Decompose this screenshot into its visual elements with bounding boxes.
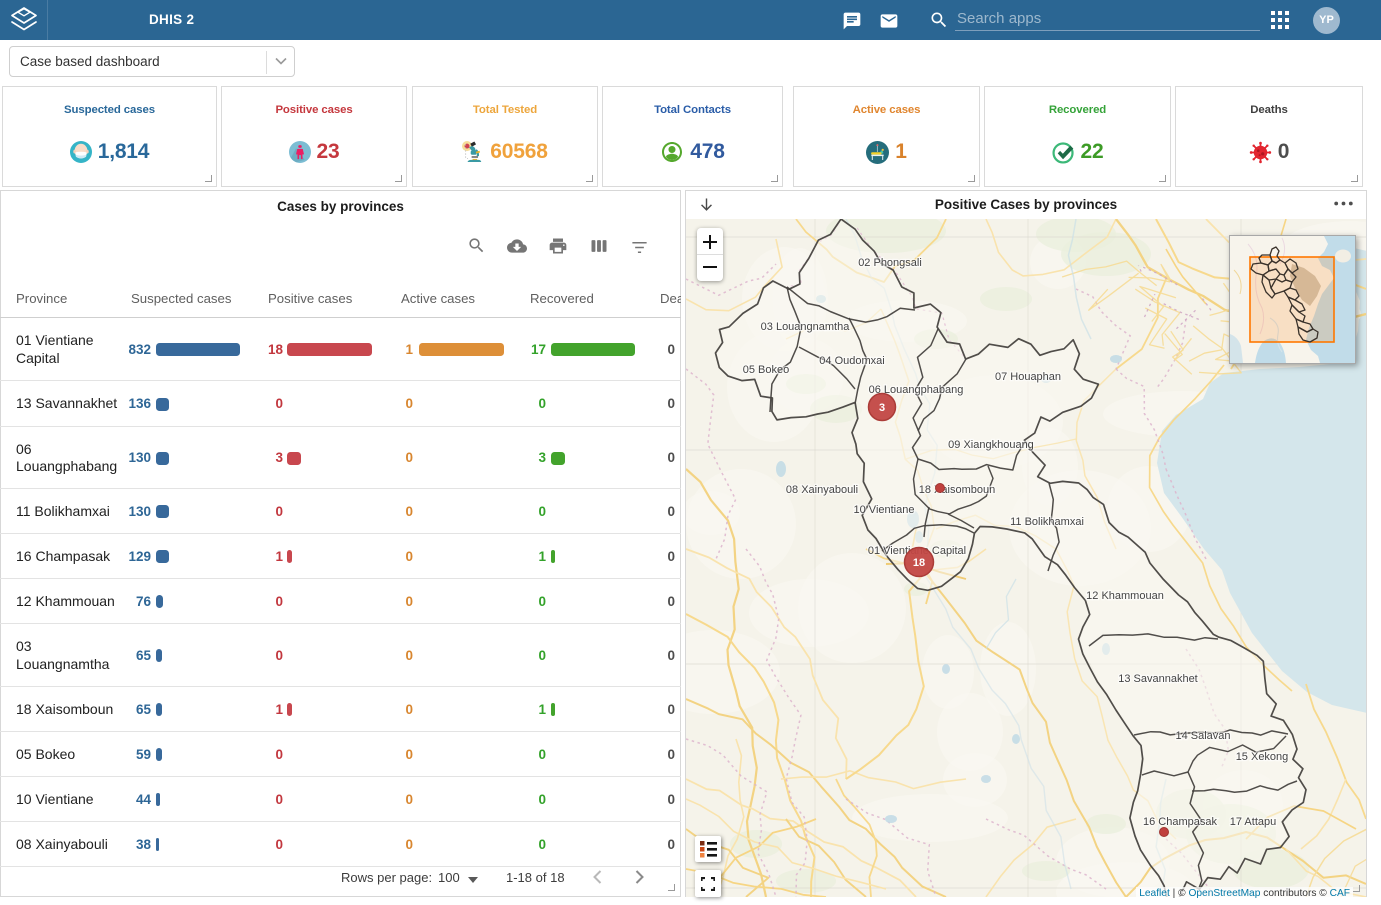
svg-text:04 Oudomxai: 04 Oudomxai	[819, 355, 884, 367]
svg-text:03 Louangnamtha: 03 Louangnamtha	[761, 321, 851, 333]
svg-text:15 Xekong: 15 Xekong	[1236, 751, 1289, 763]
svg-text:05 Bokeo: 05 Bokeo	[743, 364, 789, 376]
svg-text:12 Khammouan: 12 Khammouan	[1086, 590, 1164, 602]
svg-text:17 Attapu: 17 Attapu	[1230, 816, 1277, 828]
svg-text:07 Houaphan: 07 Houaphan	[995, 371, 1061, 383]
svg-text:02 Phongsali: 02 Phongsali	[858, 257, 922, 269]
svg-text:09 Xiangkhouang: 09 Xiangkhouang	[948, 439, 1034, 451]
svg-text:16 Champasak: 16 Champasak	[1143, 816, 1217, 828]
svg-text:13 Savannakhet: 13 Savannakhet	[1118, 673, 1198, 685]
svg-text:18 Xaisomboun: 18 Xaisomboun	[919, 484, 995, 496]
svg-text:10 Vientiane: 10 Vientiane	[854, 504, 915, 516]
svg-text:14 Salavan: 14 Salavan	[1175, 730, 1230, 742]
svg-text:08 Xainyabouli: 08 Xainyabouli	[786, 484, 858, 496]
svg-text:3: 3	[879, 402, 885, 414]
svg-text:11 Bolikhamxai: 11 Bolikhamxai	[1010, 516, 1084, 528]
svg-text:18: 18	[913, 557, 925, 569]
